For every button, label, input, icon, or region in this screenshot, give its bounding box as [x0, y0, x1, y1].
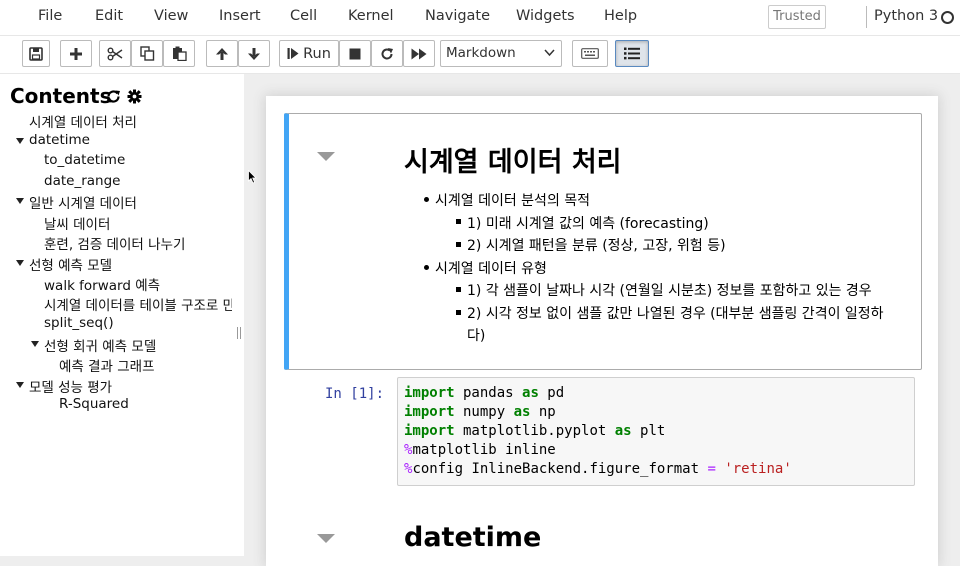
toc-item[interactable]: 일반 시계열 데이터 [29, 192, 137, 212]
code-line: %config InlineBackend.figure_format = 'r… [404, 461, 792, 477]
toc-item[interactable]: datetime [29, 132, 90, 148]
toc-item[interactable]: 시계열 데이터 처리 [29, 111, 137, 131]
code-line: import pandas as pd [404, 385, 565, 401]
menu-navigate[interactable]: Navigate [425, 8, 490, 24]
cell-type-select[interactable]: Markdown [440, 40, 562, 67]
fast-forward-icon [411, 48, 427, 59]
toc-item[interactable]: R-Squared [59, 396, 129, 412]
arrow-up-icon [216, 47, 228, 60]
menu-kernel[interactable]: Kernel [348, 8, 394, 24]
step-forward-icon [287, 48, 299, 59]
toc-item[interactable]: 시계열 데이터를 테이블 구조로 만 [44, 294, 232, 314]
menu-cell[interactable]: Cell [290, 8, 317, 24]
square-bullet-icon [456, 287, 461, 292]
bullet-icon [424, 265, 429, 270]
stop-icon [349, 48, 361, 59]
copy-icon [139, 46, 154, 61]
move-down-button[interactable] [238, 40, 270, 67]
menu-widgets[interactable]: Widgets [516, 8, 575, 24]
square-bullet-icon [456, 242, 461, 247]
toc-item[interactable]: 모델 성능 평가 [29, 376, 112, 396]
kernel-idle-icon [941, 11, 954, 24]
plus-icon [70, 47, 82, 60]
arrow-down-icon [248, 47, 260, 60]
chevron-down-icon [544, 49, 555, 57]
collapse-heading-icon[interactable] [317, 534, 335, 543]
toc-item[interactable]: 예측 결과 그래프 [59, 355, 155, 375]
toc-title: Contents [10, 84, 112, 108]
square-bullet-icon [456, 219, 461, 224]
code-line: import numpy as np [404, 404, 556, 420]
menu-edit[interactable]: Edit [95, 8, 123, 24]
trusted-indicator[interactable]: Trusted [768, 5, 826, 29]
kernel-name[interactable]: Python 3 [874, 8, 938, 24]
toc-item[interactable]: 날씨 데이터 [44, 213, 110, 233]
code-cell-editor[interactable]: import pandas as pd import numpy as np i… [397, 377, 915, 486]
toc-item[interactable]: walk forward 예측 [44, 274, 160, 294]
save-icon [29, 46, 43, 61]
caret-down-icon[interactable] [16, 198, 24, 204]
markdown-heading: 시계열 데이터 처리 [404, 147, 622, 178]
toc-toggle-button[interactable] [615, 40, 649, 67]
toc-item[interactable]: to_datetime [44, 152, 125, 168]
mouse-cursor-icon [248, 170, 257, 184]
insert-cell-button[interactable] [60, 40, 92, 67]
caret-down-icon[interactable] [16, 382, 24, 388]
refresh-icon[interactable] [106, 89, 121, 104]
restart-run-all-button[interactable] [403, 40, 435, 67]
menubar: File Edit View Insert Cell Kernel Naviga… [0, 0, 960, 36]
save-button[interactable] [22, 40, 50, 67]
menu-view[interactable]: View [154, 8, 188, 24]
markdown-heading: datetime [404, 522, 542, 553]
caret-down-icon[interactable] [16, 260, 24, 266]
copy-button[interactable] [131, 40, 163, 67]
cut-button[interactable] [99, 40, 131, 67]
bullet-icon [424, 197, 429, 202]
input-prompt: In [1]: [325, 386, 385, 402]
sidebar-resize-handle[interactable] [237, 327, 241, 339]
paste-button[interactable] [163, 40, 195, 67]
run-label: Run [303, 45, 331, 62]
gear-icon[interactable] [127, 89, 142, 104]
keyboard-icon [581, 48, 599, 59]
restart-kernel-button[interactable] [371, 40, 403, 67]
toolbar: Run Markdown [0, 36, 960, 74]
toc-sidebar: Contents 시계열 데이터 처리 datetime to_datetime… [0, 74, 244, 556]
interrupt-button[interactable] [339, 40, 371, 67]
toc-item[interactable]: 선형 회귀 예측 모델 [44, 335, 156, 355]
code-line: %matplotlib inline [404, 442, 556, 458]
caret-down-icon[interactable] [31, 341, 39, 347]
toc-item[interactable]: split_seq() [44, 315, 114, 331]
menu-file[interactable]: File [38, 8, 62, 24]
list-item: 시계열 데이터 유형 [435, 261, 547, 277]
refresh-icon [381, 47, 393, 60]
code-line: import matplotlib.pyplot as plt [404, 423, 666, 439]
move-up-button[interactable] [206, 40, 238, 67]
toc-item[interactable]: 선형 예측 모델 [29, 254, 112, 274]
list-item: 1) 미래 시계열 값의 예측 (forecasting) [467, 216, 709, 232]
list-icon [624, 47, 640, 60]
toc-item[interactable]: date_range [44, 173, 120, 189]
run-button[interactable]: Run [279, 40, 339, 67]
menu-help[interactable]: Help [604, 8, 637, 24]
menu-insert[interactable]: Insert [219, 8, 261, 24]
list-item: 1) 각 샘플이 날짜나 시각 (연월일 시분초) 정보를 포함하고 있는 경우 [467, 283, 872, 299]
paste-icon [172, 46, 187, 61]
list-item-continuation: 다) [467, 328, 486, 344]
kernel-divider [866, 6, 867, 28]
list-item: 시계열 데이터 분석의 목적 [435, 193, 591, 209]
square-bullet-icon [456, 310, 461, 315]
list-item: 2) 시각 정보 없이 샘플 값만 나열된 경우 (대부분 샘플링 간격이 일정… [467, 306, 884, 322]
scissors-icon [107, 47, 123, 60]
command-palette-button[interactable] [572, 40, 608, 67]
toc-item[interactable]: 훈련, 검증 데이터 나누기 [44, 233, 185, 253]
list-item: 2) 시계열 패턴을 분류 (정상, 고장, 위험 등) [467, 238, 726, 254]
cell-type-value: Markdown [446, 45, 516, 61]
caret-down-icon[interactable] [16, 138, 24, 144]
collapse-heading-icon[interactable] [317, 152, 335, 161]
